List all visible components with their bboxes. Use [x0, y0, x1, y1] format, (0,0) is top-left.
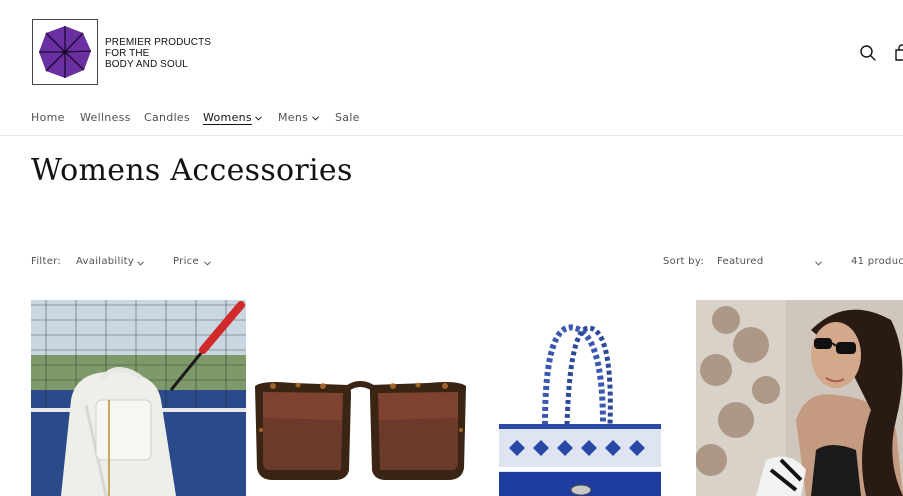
cart-icon [895, 44, 903, 61]
nav-item-candles[interactable]: Candles [144, 111, 190, 124]
product-card[interactable] [31, 300, 246, 496]
product-card[interactable] [696, 300, 903, 496]
product-count: 41 product [851, 256, 903, 267]
product-card[interactable] [475, 300, 689, 496]
sort-label: Sort by: [663, 256, 704, 267]
brand-line-3: BODY AND SOUL [105, 59, 188, 70]
site-header: PREMIER PRODUCTS FOR THE BODY AND SOUL H… [0, 0, 903, 136]
product-image-sunglasses [253, 300, 468, 496]
filter-availability[interactable]: Availability [76, 256, 134, 267]
product-image-woman-sunglasses [696, 300, 903, 496]
nav-item-wellness[interactable]: Wellness [80, 111, 131, 124]
filter-price[interactable]: Price [173, 256, 199, 267]
search-button[interactable] [859, 44, 877, 62]
brand-line-1: PREMIER PRODUCTS [105, 37, 212, 48]
cart-button[interactable] [893, 44, 903, 62]
nav-item-home[interactable]: Home [31, 111, 65, 124]
product-image-backpack [31, 300, 246, 496]
sort-select[interactable]: Featured [717, 256, 764, 267]
filter-label: Filter: [31, 256, 62, 267]
chevron-down-icon[interactable] [137, 261, 144, 266]
product-card[interactable] [253, 300, 468, 496]
search-icon [860, 45, 876, 61]
nav-item-womens[interactable]: Womens [203, 111, 252, 124]
chevron-down-icon [255, 116, 262, 121]
brand-name[interactable]: PREMIER PRODUCTS FOR THE BODY AND SOUL [105, 37, 211, 70]
chevron-down-icon[interactable] [204, 261, 211, 266]
page-title: Womens Accessories [31, 153, 353, 188]
brand-line-2: FOR THE [105, 48, 150, 59]
filter-bar: Filter: Availability Price Sort by: Feat… [0, 256, 903, 272]
umbrella-logo-icon [39, 26, 92, 78]
chevron-down-icon[interactable] [815, 261, 822, 266]
nav-item-sale[interactable]: Sale [335, 111, 360, 124]
brand-logo[interactable] [32, 19, 98, 85]
product-image-tote-bag [475, 300, 689, 496]
nav-item-mens[interactable]: Mens [278, 111, 308, 124]
chevron-down-icon [312, 116, 319, 121]
